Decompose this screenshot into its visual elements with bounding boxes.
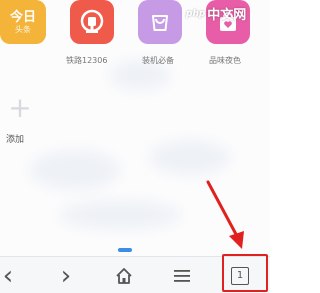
menu-button[interactable] [162,257,202,293]
home-icon [116,267,132,284]
forward-button[interactable]: › [46,257,86,293]
chevron-right-icon: › [60,260,72,291]
browser-home-screen: 今日 头条 铁路12306 装机必备 品味夜色 php 中文网 + 添加 ‹ ›… [0,0,270,293]
tabs-button-highlight [222,254,268,292]
back-button[interactable]: ‹ [0,257,28,293]
hamburger-menu-icon [174,269,190,282]
home-button[interactable] [104,257,144,293]
red-arrow-annotation [206,180,244,249]
chevron-left-icon: ‹ [2,260,14,291]
